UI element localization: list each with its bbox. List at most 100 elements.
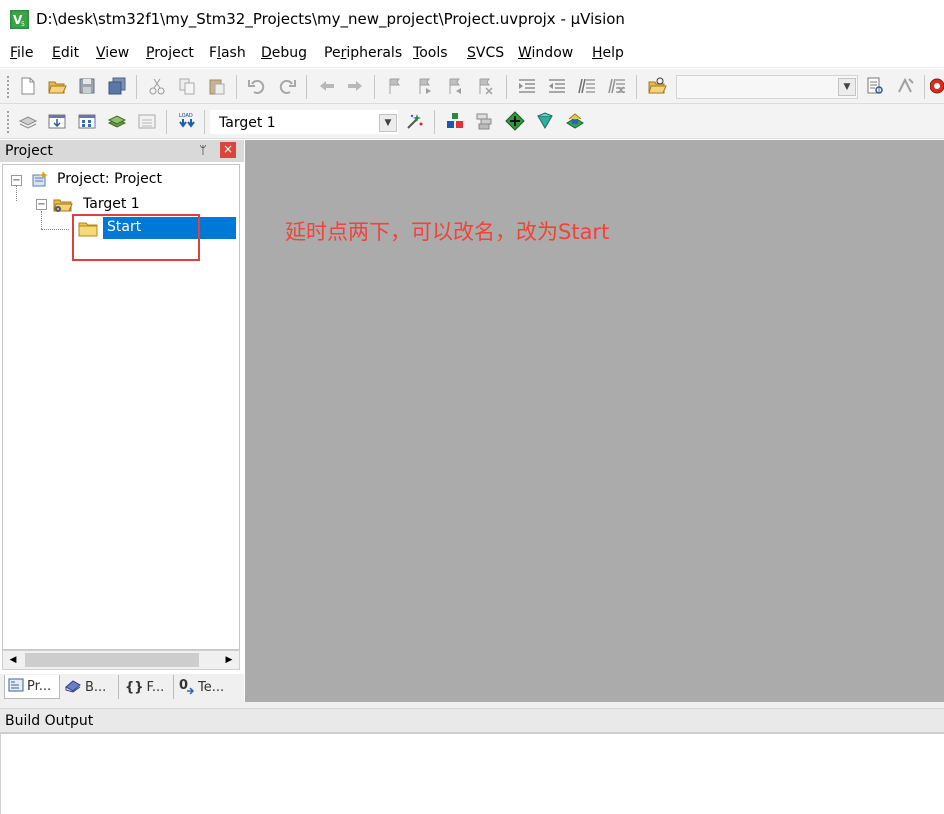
paste-icon[interactable] (206, 75, 228, 97)
uncomment-selection-icon[interactable] (606, 75, 628, 97)
save-icon[interactable] (76, 75, 98, 97)
menu-help[interactable]: Help (592, 45, 624, 61)
new-file-icon[interactable] (17, 75, 39, 97)
toolbar-separator (166, 110, 167, 134)
project-panel-tabs: Pr... B... {} F... 0 Te... (0, 674, 244, 702)
tree-line (41, 229, 69, 230)
manage-project-items-icon[interactable] (444, 110, 466, 132)
menu-window[interactable]: Window (518, 45, 573, 61)
rebuild-icon[interactable] (76, 110, 98, 132)
scroll-left-icon[interactable]: ◀ (4, 652, 22, 668)
tree-line (16, 185, 17, 201)
debug-session-icon[interactable] (894, 75, 916, 97)
toolbar-separator (374, 75, 375, 99)
menu-peripherals[interactable]: Peripherals (324, 45, 402, 61)
uvision-app-icon: V 5 (10, 10, 29, 29)
toolbar-separator (506, 75, 507, 99)
incremental-find-icon[interactable] (864, 75, 886, 97)
menu-bar: File Edit View Project Flash Debug Perip… (0, 40, 944, 68)
svg-text:5: 5 (21, 21, 25, 28)
annotation-highlight-box (72, 214, 200, 261)
close-icon[interactable]: × (220, 142, 236, 158)
menu-tools[interactable]: Tools (413, 45, 448, 61)
pack-installer-icon[interactable] (534, 110, 556, 132)
find-combo[interactable]: ▼ (676, 75, 858, 99)
tab-templates[interactable]: 0 Te... (173, 675, 224, 699)
target-folder-icon (52, 194, 74, 214)
clear-bookmarks-icon[interactable] (474, 75, 496, 97)
toolbar-separator (636, 75, 637, 99)
options-for-target-icon[interactable] (404, 110, 426, 132)
indent-icon[interactable] (516, 75, 538, 97)
tab-books[interactable]: B... (64, 675, 106, 699)
find-in-files-icon[interactable] (646, 75, 668, 97)
project-panel-header: Project ᛘ × (0, 140, 244, 162)
download-load-icon[interactable]: LOAD (176, 110, 198, 132)
translate-icon[interactable] (17, 110, 39, 132)
comment-selection-icon[interactable] (576, 75, 598, 97)
menu-flash[interactable]: Flash (209, 45, 246, 61)
horizontal-scrollbar[interactable]: ◀ ▶ (2, 650, 240, 670)
project-root-icon (29, 169, 51, 189)
toolbar-grip[interactable] (6, 75, 10, 99)
menu-file[interactable]: File (10, 45, 33, 61)
build-icon[interactable] (46, 110, 68, 132)
cut-icon[interactable] (146, 75, 168, 97)
tree-node-label: Project: Project (57, 171, 162, 187)
tab-project[interactable]: Pr... (4, 675, 60, 699)
open-file-icon[interactable] (46, 75, 68, 97)
functions-tab-icon: {} (125, 679, 144, 695)
annotation-text: 延时点两下，可以改名，改为Start (285, 220, 610, 244)
window-title: D:\desk\stm32f1\my_Stm32_Projects\my_new… (36, 10, 625, 28)
navigate-back-icon[interactable] (316, 75, 338, 97)
target-select[interactable]: Target 1 ▼ (210, 110, 398, 134)
menu-svcs[interactable]: SVCS (467, 45, 504, 61)
scrollbar-thumb[interactable] (25, 653, 199, 667)
copy-icon[interactable] (176, 75, 198, 97)
navigate-forward-icon[interactable] (344, 75, 366, 97)
undo-icon[interactable] (246, 75, 268, 97)
tab-label: Te... (198, 679, 225, 695)
pin-icon[interactable]: ᛘ (196, 143, 210, 157)
toolbar-separator (204, 110, 205, 134)
breakpoint-icon[interactable] (930, 75, 944, 97)
tab-functions[interactable]: {} F... (118, 675, 164, 699)
target-select-value: Target 1 (219, 115, 276, 131)
next-bookmark-icon[interactable] (444, 75, 466, 97)
scroll-right-icon[interactable]: ▶ (220, 652, 238, 668)
books-tab-icon (64, 677, 82, 697)
toolbar-separator (434, 110, 435, 134)
project-panel-title: Project (5, 143, 53, 159)
build-output-panel[interactable] (0, 732, 944, 814)
redo-icon[interactable] (276, 75, 298, 97)
toolbar-grip[interactable] (6, 110, 10, 134)
save-all-icon[interactable] (106, 75, 128, 97)
title-bar: V 5 D:\desk\stm32f1\my_Stm32_Projects\my… (0, 0, 944, 40)
software-packs-icon[interactable] (564, 110, 586, 132)
unindent-icon[interactable] (546, 75, 568, 97)
collapse-toggle-icon[interactable]: − (36, 199, 47, 210)
build-output-title: Build Output (5, 713, 94, 729)
menu-project[interactable]: Project (146, 45, 194, 61)
select-packs-icon[interactable] (474, 110, 496, 132)
project-tab-icon (8, 677, 24, 697)
toolbar-separator (136, 75, 137, 99)
stop-build-icon[interactable] (136, 110, 158, 132)
toolbar-separator (306, 75, 307, 99)
batch-build-icon[interactable] (106, 110, 128, 132)
menu-view[interactable]: View (96, 45, 129, 61)
insert-bookmark-icon[interactable] (384, 75, 406, 97)
tab-label: Pr... (27, 679, 52, 694)
toolbar-separator (924, 75, 925, 99)
chevron-down-icon[interactable]: ▼ (838, 78, 856, 96)
svg-text:LOAD: LOAD (179, 113, 193, 119)
build-output-header: Build Output (0, 708, 944, 732)
manage-run-time-environment-icon[interactable] (504, 110, 526, 132)
tree-node-label: Target 1 (83, 196, 140, 212)
previous-bookmark-icon[interactable] (414, 75, 436, 97)
toolbar-separator (236, 75, 237, 99)
templates-tab-icon: 0 (179, 678, 195, 696)
chevron-down-icon[interactable]: ▼ (379, 114, 397, 132)
menu-debug[interactable]: Debug (261, 45, 307, 61)
menu-edit[interactable]: Edit (52, 45, 79, 61)
